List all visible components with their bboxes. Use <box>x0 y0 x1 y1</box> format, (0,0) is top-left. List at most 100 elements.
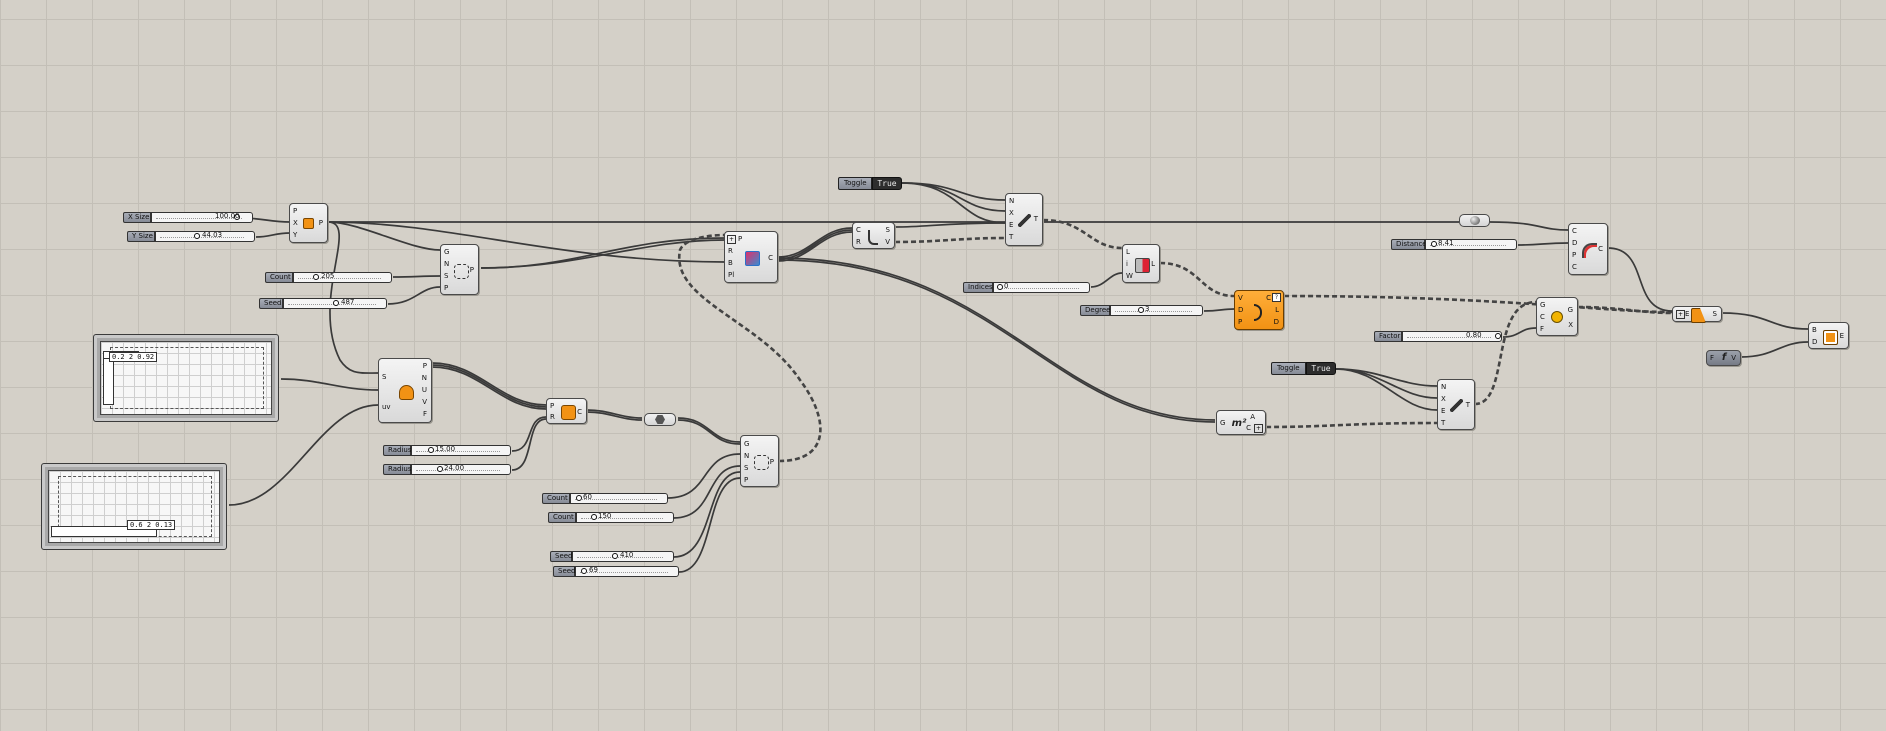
input-y[interactable]: Y <box>293 231 297 239</box>
indices-slider[interactable]: Indices 0 <box>963 282 1090 293</box>
populate-geometry-component[interactable]: G N S P P <box>740 435 779 487</box>
input-x[interactable]: X <box>1009 209 1014 217</box>
input-c2[interactable]: C <box>1572 263 1577 271</box>
radius-slider[interactable]: Radius 24.00 <box>383 464 511 475</box>
boolean-toggle[interactable]: Toggle True <box>838 177 902 190</box>
input-f[interactable]: F <box>1710 354 1714 362</box>
input-n[interactable]: N <box>744 452 749 460</box>
input-t[interactable]: T <box>1009 233 1013 241</box>
slider-knob[interactable] <box>1495 333 1501 339</box>
input-p[interactable]: P <box>1238 318 1242 326</box>
output-c[interactable]: C <box>1246 424 1251 432</box>
input-p[interactable]: P <box>744 476 748 484</box>
input-l[interactable]: L <box>1126 248 1130 256</box>
voronoi-component[interactable]: P R B Pl + C <box>724 231 778 283</box>
slider-knob[interactable] <box>428 447 434 453</box>
slider-track[interactable] <box>293 272 392 283</box>
input-pl[interactable]: Pl <box>728 271 734 279</box>
output-d[interactable]: D <box>1274 318 1279 326</box>
output-s[interactable]: S <box>1713 310 1717 318</box>
output-a[interactable]: A <box>1250 413 1255 421</box>
area-component[interactable]: G m² A C + <box>1216 410 1266 435</box>
slider-knob[interactable] <box>612 553 618 559</box>
slider-knob[interactable] <box>997 284 1003 290</box>
output-t[interactable]: T <box>1034 215 1038 223</box>
construct-point-component[interactable]: P X Y P <box>289 203 328 243</box>
radius-slider[interactable]: Radius 15.00 <box>383 445 511 456</box>
output-v[interactable]: V <box>885 238 890 246</box>
output-f[interactable]: F <box>423 410 427 418</box>
input-e[interactable]: E <box>1685 310 1689 318</box>
graph-plot[interactable]: 0.2 2 0.92 <box>100 341 272 415</box>
slider-knob[interactable] <box>1431 241 1437 247</box>
slider-knob[interactable] <box>194 233 200 239</box>
input-e[interactable]: E <box>1441 407 1445 415</box>
degree-slider[interactable]: Degree 3 <box>1080 305 1203 316</box>
output-p[interactable]: P <box>423 362 427 370</box>
count-slider[interactable]: Count 150 <box>548 512 674 523</box>
graph-mapper[interactable]: 0.6 2 0.13 <box>41 463 227 550</box>
slider-track[interactable] <box>1402 331 1502 342</box>
nurbs-curve-component[interactable]: V D P C L D ? <box>1234 290 1284 330</box>
input-p[interactable]: P <box>293 207 297 215</box>
toggle-value[interactable]: True <box>872 177 902 190</box>
input-b[interactable]: B <box>1812 326 1817 334</box>
y-size-slider[interactable]: Y Size 44.03 <box>127 231 255 242</box>
output-p[interactable]: P <box>470 266 474 274</box>
slider-knob[interactable] <box>576 495 582 501</box>
warning-icon[interactable]: ? <box>1272 293 1281 302</box>
input-p[interactable]: P <box>444 284 448 292</box>
x-size-slider[interactable]: X Size 100.00 <box>123 212 253 223</box>
input-p[interactable]: P <box>738 235 742 243</box>
input-c[interactable]: C <box>856 226 861 234</box>
input-s[interactable]: S <box>744 464 748 472</box>
circle-component[interactable]: P R C <box>546 398 587 424</box>
slider-knob[interactable] <box>581 568 587 574</box>
slider-knob[interactable] <box>437 466 443 472</box>
count-slider[interactable]: Count 205 <box>265 272 392 283</box>
offset-curve-component[interactable]: C D P C C <box>1568 223 1608 275</box>
input-w[interactable]: W <box>1126 272 1133 280</box>
input-s[interactable]: S <box>382 373 386 381</box>
count-slider[interactable]: Count 60 <box>542 493 668 504</box>
input-d[interactable]: D <box>1812 338 1817 346</box>
input-c[interactable]: C <box>1540 313 1545 321</box>
slider-track[interactable] <box>411 445 511 456</box>
distance-slider[interactable]: Distance 8.41 <box>1391 239 1517 250</box>
output-l[interactable]: L <box>1275 306 1279 314</box>
slider-track[interactable] <box>1110 305 1203 316</box>
graph-plot[interactable]: 0.6 2 0.13 <box>48 470 220 543</box>
input-e[interactable]: E <box>1009 221 1013 229</box>
input-n[interactable]: N <box>1441 383 1446 391</box>
slider-knob[interactable] <box>333 300 339 306</box>
geometry-param-component[interactable] <box>1459 214 1490 227</box>
text-tag-component[interactable]: N X E T T <box>1005 193 1043 246</box>
list-item-component[interactable]: L i W L <box>1122 244 1160 283</box>
input-p[interactable]: P <box>550 402 554 410</box>
expand-icon[interactable]: + <box>1254 424 1263 433</box>
input-g[interactable]: G <box>444 248 449 256</box>
output-p[interactable]: P <box>770 458 774 466</box>
input-p[interactable]: P <box>1572 251 1576 259</box>
output-v[interactable]: V <box>1731 354 1736 362</box>
input-x[interactable]: X <box>293 219 298 227</box>
input-c[interactable]: C <box>1572 227 1577 235</box>
input-t[interactable]: T <box>1441 419 1445 427</box>
toggle-value[interactable]: True <box>1306 362 1336 375</box>
curve-param-component[interactable] <box>644 413 676 426</box>
seed-slider[interactable]: Seed 410 <box>550 551 674 562</box>
grasshopper-canvas[interactable]: X Size 100.00 Y Size 44.03 Count 205 See… <box>0 0 1886 731</box>
function-component[interactable]: F f V <box>1706 350 1741 366</box>
output-p[interactable]: P <box>319 219 323 227</box>
input-r[interactable]: R <box>728 247 733 255</box>
input-f[interactable]: F <box>1540 325 1544 333</box>
input-s[interactable]: S <box>444 272 448 280</box>
explode-component[interactable]: C R S V <box>852 222 895 249</box>
boundary-surface-component[interactable]: B D E <box>1808 322 1849 349</box>
output-u[interactable]: U <box>422 386 427 394</box>
input-d[interactable]: D <box>1238 306 1243 314</box>
output-v[interactable]: V <box>422 398 427 406</box>
expand-icon[interactable]: + <box>727 235 736 244</box>
output-c[interactable]: C <box>768 254 773 262</box>
slider-knob[interactable] <box>313 274 319 280</box>
